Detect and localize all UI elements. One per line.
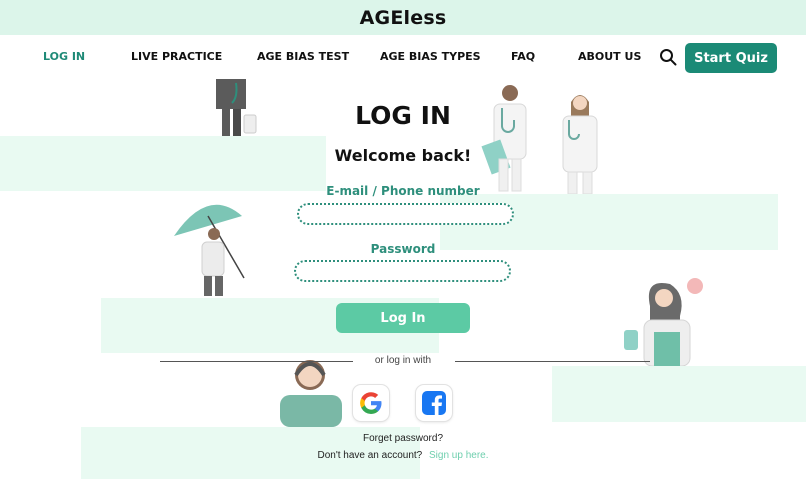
page-title: LOG IN	[355, 101, 451, 130]
nav-item-age-bias-types[interactable]: AGE BIAS TYPES	[380, 50, 481, 63]
search-icon[interactable]	[659, 48, 677, 66]
divider-line	[160, 361, 353, 362]
signup-row: Don't have an account? Sign up here.	[0, 450, 806, 461]
facebook-icon	[422, 391, 446, 415]
brand-bar: AGEless	[0, 0, 806, 35]
divider-line	[455, 361, 650, 362]
password-label: Password	[370, 242, 436, 256]
barista-illustration	[624, 278, 703, 366]
welcome-message: Welcome back!	[334, 146, 472, 165]
nav-item-log-in[interactable]: LOG IN	[43, 50, 85, 63]
google-icon	[360, 392, 382, 414]
person-with-headphones-illustration	[280, 360, 342, 427]
nav-item-faq[interactable]: FAQ	[511, 50, 535, 63]
nav-item-live-practice[interactable]: LIVE PRACTICE	[131, 50, 222, 63]
email-field[interactable]	[297, 203, 514, 225]
log-in-button[interactable]: Log In	[336, 303, 470, 333]
nav-item-about-us[interactable]: ABOUT US	[578, 50, 641, 63]
email-label: E-mail / Phone number	[326, 184, 480, 198]
brand-logo[interactable]: AGEless	[360, 7, 447, 29]
forgot-password-link[interactable]: Forget password?	[0, 433, 806, 444]
signup-prompt: Don't have an account?	[317, 450, 423, 461]
decorative-band	[552, 366, 806, 422]
alt-login-text: or log in with	[353, 355, 453, 366]
facebook-login-button[interactable]	[416, 385, 452, 421]
password-field[interactable]	[294, 260, 511, 282]
google-login-button[interactable]	[353, 385, 389, 421]
start-quiz-button[interactable]: Start Quiz	[685, 43, 777, 73]
nav-item-age-bias-test[interactable]: AGE BIAS TEST	[257, 50, 349, 63]
signup-link[interactable]: Sign up here.	[429, 450, 489, 461]
